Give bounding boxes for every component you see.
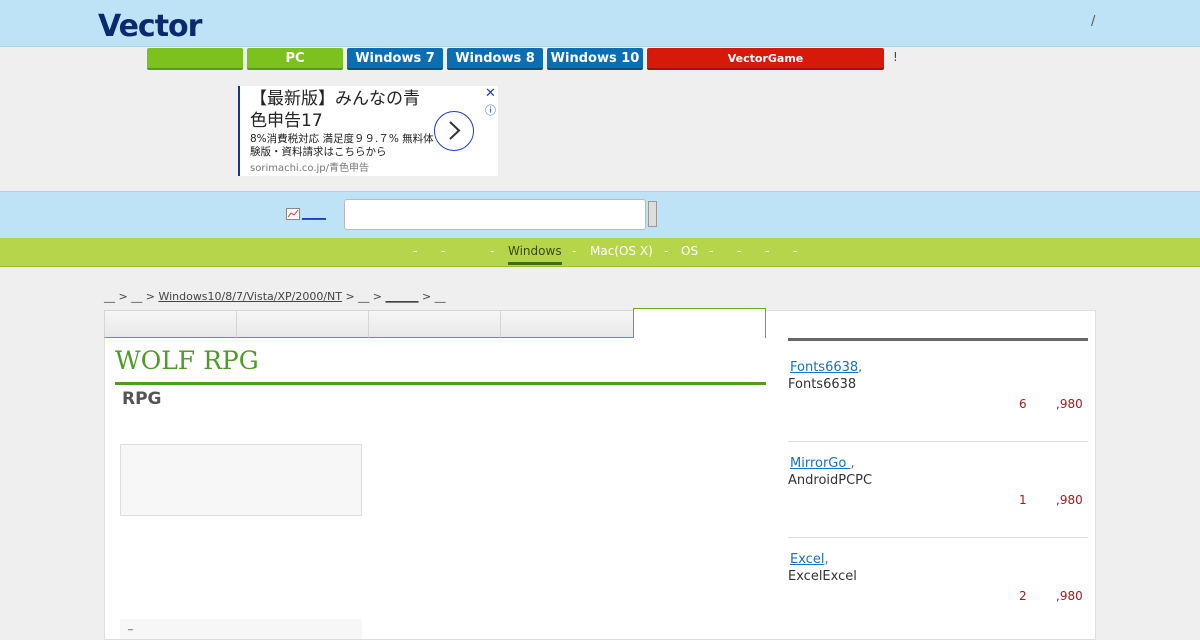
category-button-vectorgame[interactable]: VectorGame — [647, 48, 884, 70]
ad-title[interactable]: 【最新版】みんなの青色申告17 — [250, 88, 430, 132]
platform-nav-item-9[interactable]: - — [709, 244, 713, 258]
breadcrumb-item[interactable]: __ — [104, 290, 115, 303]
sidebar-item-number: 6 — [1019, 397, 1027, 411]
sidebar-item-price: ,980 — [1056, 493, 1083, 507]
screenshot-placeholder[interactable] — [120, 444, 362, 516]
category-button-windows8[interactable]: Windows 8 — [447, 48, 543, 70]
sidebar-item-comma: , — [824, 552, 829, 567]
svg-text:Vector: Vector — [98, 9, 203, 41]
sidebar-item-description: AndroidPCPC — [788, 473, 873, 488]
sidebar-item-2: MirrorGo , — [790, 452, 855, 471]
breadcrumb-item[interactable]: __ — [435, 290, 446, 303]
tab-2[interactable] — [236, 310, 369, 338]
platform-nav-item-1[interactable]: - — [413, 244, 417, 258]
platform-nav-item-5[interactable]: - — [572, 244, 576, 258]
chevron-right-icon — [449, 121, 461, 140]
sidebar-item-3: Excel, — [790, 548, 829, 567]
breadcrumb-separator: > — [345, 290, 355, 303]
sidebar-item-description: ExcelExcel — [788, 569, 857, 584]
platform-nav-item-os[interactable]: OS — [681, 244, 698, 258]
breadcrumb-item-windows[interactable]: Windows10/8/7/Vista/XP/2000/NT — [158, 290, 342, 303]
platform-nav-item-mac[interactable]: Mac(OS X) — [590, 244, 653, 258]
breadcrumb-item[interactable]: __ — [131, 290, 142, 303]
tab-4[interactable] — [500, 310, 634, 338]
breadcrumb-item[interactable]: ______ — [385, 290, 418, 303]
tab-3[interactable] — [368, 310, 501, 338]
ad-url[interactable]: sorimachi.co.jp/青色申告 — [250, 159, 369, 174]
platform-nav-item-windows[interactable]: Windows — [508, 244, 562, 265]
sidebar-divider — [788, 537, 1088, 538]
tab-1[interactable] — [104, 310, 237, 338]
sidebar-item-link[interactable]: MirrorGo — [790, 456, 850, 471]
platform-nav-item-7[interactable]: - — [664, 244, 668, 258]
sidebar-item-number: 1 — [1019, 493, 1027, 507]
search-input[interactable] — [344, 199, 646, 230]
sidebar-item-number: 2 — [1019, 589, 1027, 603]
advertisement[interactable]: 【最新版】みんなの青色申告17 8%消費税対応 満足度９９.７% 無料体験版・資… — [238, 86, 498, 176]
ad-description: 8%消費税対応 満足度９９.７% 無料体験版・資料請求はこちらから — [250, 133, 434, 158]
ad-arrow-button[interactable] — [434, 111, 474, 151]
vector-logo[interactable]: Vector — [98, 7, 226, 41]
title-underline — [115, 382, 766, 385]
platform-nav-item-10[interactable]: - — [737, 244, 741, 258]
chart-icon — [286, 208, 300, 220]
search-options-link[interactable]: ____ — [302, 206, 326, 220]
breadcrumb: __ > __ > Windows10/8/7/Vista/XP/2000/NT… — [104, 290, 446, 303]
category-trailing-text: ! — [893, 50, 898, 64]
ad-info-icon[interactable]: ⓘ — [485, 102, 496, 118]
platform-nav-item-2[interactable]: - — [441, 244, 445, 258]
tab-active[interactable] — [633, 308, 766, 338]
breadcrumb-separator: > — [421, 290, 432, 303]
page-subtitle: RPG — [122, 389, 162, 409]
sidebar-item-link[interactable]: Fonts6638 — [790, 360, 858, 375]
platform-nav-item-11[interactable]: - — [765, 244, 769, 258]
category-button-1[interactable] — [147, 48, 243, 70]
platform-nav-item-12[interactable]: - — [793, 244, 797, 258]
breadcrumb-separator: > — [118, 290, 128, 303]
platform-nav-item-3[interactable]: - — [490, 244, 494, 258]
sidebar-divider — [788, 441, 1088, 442]
breadcrumb-separator: > — [145, 290, 155, 303]
search-button[interactable] — [648, 201, 657, 227]
sidebar-header-rule — [788, 338, 1088, 341]
sidebar-item-description: Fonts6638 — [788, 377, 857, 392]
sidebar-item-comma: , — [858, 360, 863, 375]
breadcrumb-item[interactable]: __ — [358, 290, 369, 303]
sidebar-item-comma: , — [850, 456, 855, 471]
sidebar-item-1: Fonts6638, — [790, 356, 862, 375]
info-box-text: _ — [128, 620, 133, 631]
page-title: WOLF RPG — [115, 346, 259, 375]
breadcrumb-separator: > — [372, 290, 382, 303]
ad-close-icon[interactable]: ✕ — [485, 86, 496, 101]
sidebar-item-price: ,980 — [1056, 397, 1083, 411]
category-button-windows10[interactable]: Windows 10 — [547, 48, 643, 70]
category-button-pc[interactable]: PC — [247, 48, 343, 70]
sidebar-item-link[interactable]: Excel — [790, 552, 824, 567]
info-box — [120, 619, 362, 639]
header-links[interactable]: / — [1091, 14, 1095, 29]
sidebar-item-price: ,980 — [1056, 589, 1083, 603]
category-button-windows7[interactable]: Windows 7 — [347, 48, 443, 70]
